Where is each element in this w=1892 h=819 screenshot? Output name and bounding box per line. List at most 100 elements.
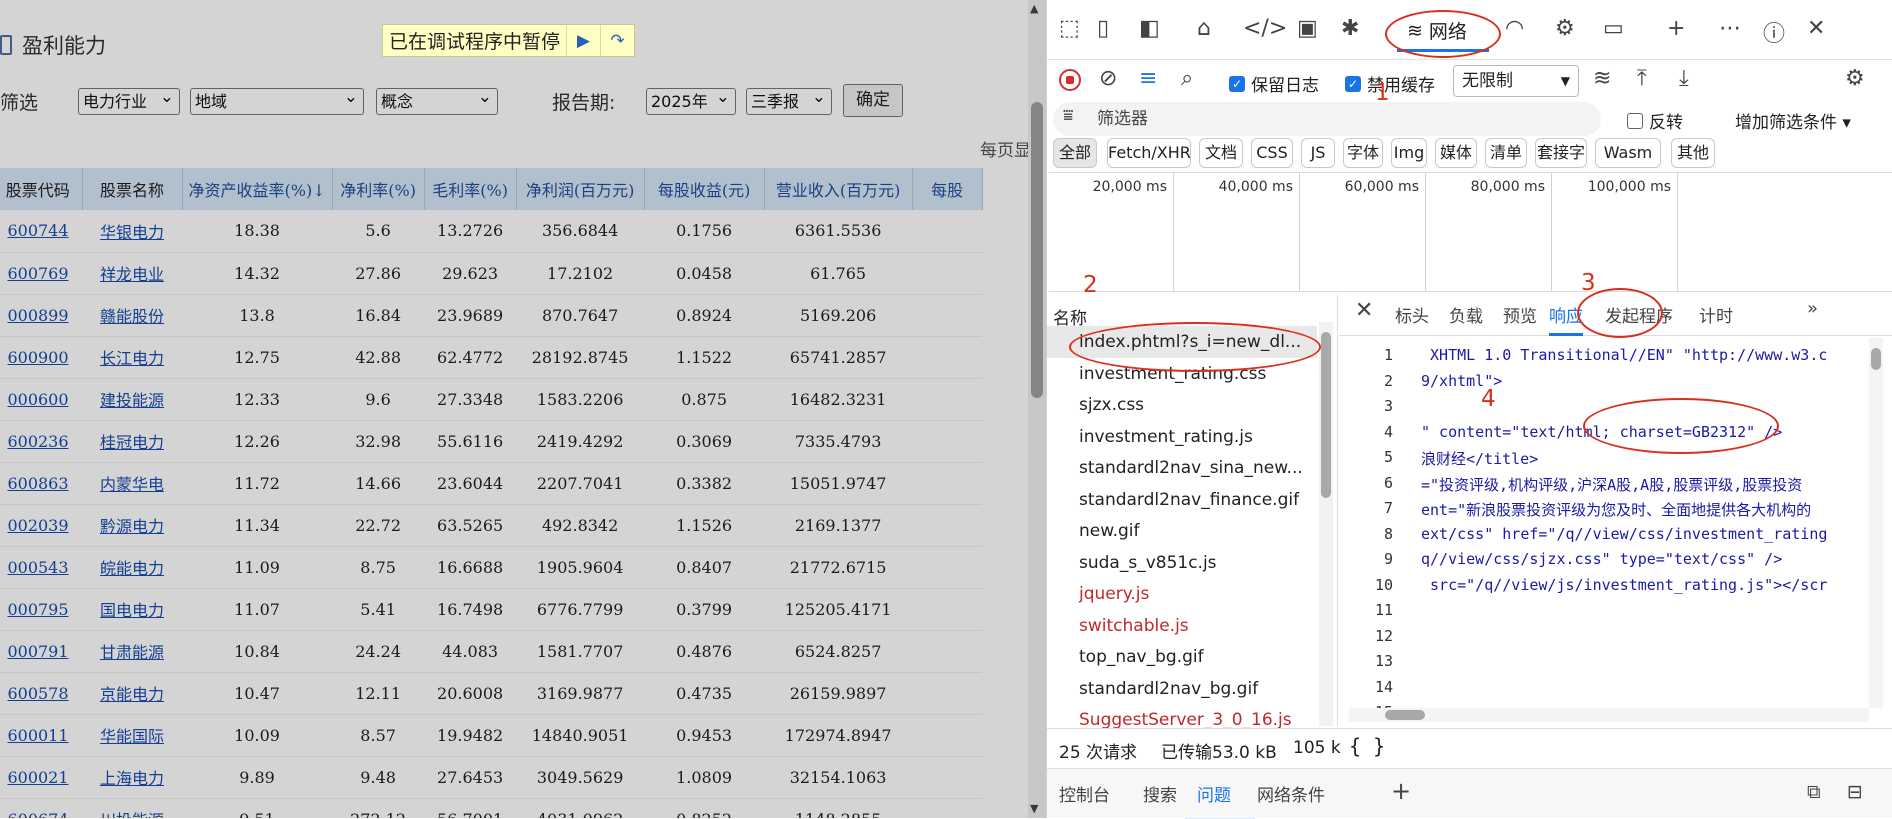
detail-tab[interactable]: 计时 — [1699, 302, 1733, 327]
stock-name-link[interactable]: 甘肃能源 — [100, 643, 164, 662]
inspect-icon[interactable]: ⬚ — [1059, 16, 1080, 41]
stock-code-link[interactable]: 000791 — [7, 642, 68, 661]
stock-name-link[interactable]: 华能国际 — [100, 727, 164, 746]
stock-code-link[interactable]: 000543 — [7, 558, 68, 577]
drawer-tab[interactable]: 网络条件 — [1257, 781, 1325, 806]
stock-name-link[interactable]: 上海电力 — [100, 769, 164, 788]
region-select[interactable]: 地域 — [190, 85, 364, 115]
elements-icon[interactable]: </> — [1243, 16, 1287, 41]
close-drawer-icon[interactable]: ⊟ — [1847, 781, 1863, 803]
disable-cache-checkbox[interactable]: ✓ 禁用缓存 — [1345, 71, 1435, 96]
stock-code-link[interactable]: 600578 — [7, 684, 68, 703]
detail-tab[interactable]: 响应 — [1549, 302, 1583, 336]
stock-code-link[interactable]: 600236 — [7, 432, 68, 451]
stock-name-link[interactable]: 赣能股份 — [100, 307, 164, 326]
industry-select[interactable]: 电力行业 — [78, 85, 180, 115]
device-icon[interactable]: ▯ — [1097, 16, 1109, 41]
filter-chip[interactable]: CSS — [1251, 138, 1293, 168]
detail-tab[interactable]: 负载 — [1449, 302, 1483, 327]
filter-chip[interactable]: 清单 — [1485, 138, 1527, 168]
year-select[interactable]: 2025年 — [646, 85, 736, 115]
column-header[interactable]: 净利润(百万元) — [516, 168, 645, 210]
more-tabs-icon[interactable]: » — [1807, 298, 1818, 319]
request-row[interactable]: standardl2nav_finance.gif — [1047, 484, 1317, 516]
sources-bug-icon[interactable]: ✱ — [1341, 16, 1359, 41]
concept-select[interactable]: 概念 — [376, 85, 498, 115]
request-row[interactable]: suda_s_v851c.js — [1047, 547, 1317, 579]
request-row[interactable]: new.gif — [1047, 515, 1317, 547]
quarter-select[interactable]: 三季报 — [746, 85, 832, 115]
request-row[interactable]: investment_rating.js — [1047, 421, 1317, 453]
more-icon[interactable]: ⋯ — [1719, 16, 1741, 41]
stock-code-link[interactable]: 600011 — [7, 726, 68, 745]
request-row[interactable]: switchable.js — [1047, 610, 1317, 642]
column-header[interactable]: 净资产收益率(%)↓ — [182, 168, 333, 210]
more-filters-dropdown[interactable]: 增加筛选条件 ▾ — [1735, 108, 1851, 133]
record-icon[interactable] — [1059, 69, 1081, 91]
request-row[interactable]: index.phtml?s_i=new_dl... — [1047, 326, 1317, 358]
stock-code-link[interactable]: 600744 — [7, 221, 68, 240]
request-row[interactable]: top_nav_bg.gif — [1047, 641, 1317, 673]
stock-code-link[interactable]: 000795 — [7, 600, 68, 619]
add-tab-icon[interactable]: + — [1667, 16, 1685, 41]
stock-code-link[interactable]: 000600 — [7, 390, 68, 409]
column-header[interactable]: 每股 — [912, 168, 983, 210]
filter-chip[interactable]: JS — [1301, 138, 1335, 168]
filter-chip[interactable]: 其他 — [1671, 138, 1715, 168]
stock-code-link[interactable]: 600863 — [7, 474, 68, 493]
stock-name-link[interactable]: 桂冠电力 — [100, 433, 164, 452]
application-icon[interactable]: ▭ — [1603, 16, 1624, 41]
stock-name-link[interactable]: 祥龙电业 — [100, 265, 164, 284]
stock-code-link[interactable]: 600900 — [7, 348, 68, 367]
detail-tab[interactable]: 发起程序 — [1605, 302, 1673, 327]
clear-icon[interactable]: ⊘ — [1099, 66, 1117, 91]
filter-chip[interactable]: Wasm — [1595, 138, 1661, 168]
confirm-button[interactable]: 确定 — [843, 84, 903, 117]
stock-name-link[interactable]: 国电电力 — [100, 601, 164, 620]
settings-gear-icon[interactable]: ⚙ — [1555, 16, 1575, 41]
column-header[interactable]: 营业收入(百万元) — [764, 168, 913, 210]
filter-input[interactable]: 筛选器 — [1053, 102, 1601, 136]
stock-name-link[interactable]: 华银电力 — [100, 223, 164, 242]
add-drawer-tab-icon[interactable]: + — [1391, 777, 1411, 805]
filter-chip[interactable]: 套接字 — [1535, 138, 1587, 168]
network-conditions-icon[interactable]: ≋ — [1593, 66, 1611, 91]
filter-chip[interactable]: 全部 — [1053, 138, 1097, 168]
request-row[interactable]: standardl2nav_bg.gif — [1047, 673, 1317, 705]
filter-chip[interactable]: Fetch/XHR — [1107, 138, 1191, 168]
step-over-icon[interactable]: ↷ — [600, 25, 634, 56]
detail-tab[interactable]: 标头 — [1395, 302, 1429, 327]
sidebar-icon[interactable]: ◧ — [1139, 16, 1160, 41]
stock-name-link[interactable]: 京能电力 — [100, 685, 164, 704]
filter-icon[interactable]: ≡ — [1139, 66, 1157, 91]
page-scroll-thumb[interactable] — [1031, 102, 1043, 398]
stock-code-link[interactable]: 600769 — [7, 264, 68, 283]
request-row[interactable]: investment_rating.css — [1047, 358, 1317, 390]
stock-code-link[interactable]: 600674 — [7, 810, 68, 819]
column-header[interactable]: 毛利率(%) — [424, 168, 517, 210]
column-header[interactable]: 股票名称 — [82, 168, 183, 210]
scroll-down-arrow[interactable]: ▼ — [1030, 802, 1038, 815]
stock-name-link[interactable]: 皖能电力 — [100, 559, 164, 578]
invert-checkbox[interactable]: 反转 — [1627, 108, 1683, 133]
filter-chip[interactable]: Img — [1391, 138, 1427, 168]
stock-name-link[interactable]: 黔源电力 — [100, 517, 164, 536]
stock-name-link[interactable]: 内蒙华电 — [100, 475, 164, 494]
stock-code-link[interactable]: 002039 — [7, 516, 68, 535]
home-icon[interactable]: ⌂ — [1197, 16, 1211, 41]
request-row[interactable]: sjzx.css — [1047, 389, 1317, 421]
close-detail-icon[interactable]: ✕ — [1355, 298, 1373, 323]
preserve-log-checkbox[interactable]: ✓ 保留日志 — [1229, 71, 1319, 96]
resume-icon[interactable]: ▶ — [566, 25, 600, 56]
request-row[interactable]: jquery.js — [1047, 578, 1317, 610]
close-icon[interactable]: ✕ — [1807, 16, 1825, 41]
network-settings-icon[interactable]: ⚙ — [1845, 66, 1865, 91]
import-icon[interactable]: ⤒ — [1637, 66, 1647, 91]
detail-tab[interactable]: 预览 — [1503, 302, 1537, 327]
filter-chip[interactable]: 字体 — [1343, 138, 1383, 168]
stock-code-link[interactable]: 000899 — [7, 306, 68, 325]
pretty-print-icon[interactable]: { } — [1349, 734, 1385, 758]
filter-chip[interactable]: 媒体 — [1435, 138, 1477, 168]
drawer-tab[interactable]: 问题 — [1197, 781, 1231, 806]
request-row[interactable]: standardl2nav_sina_new... — [1047, 452, 1317, 484]
